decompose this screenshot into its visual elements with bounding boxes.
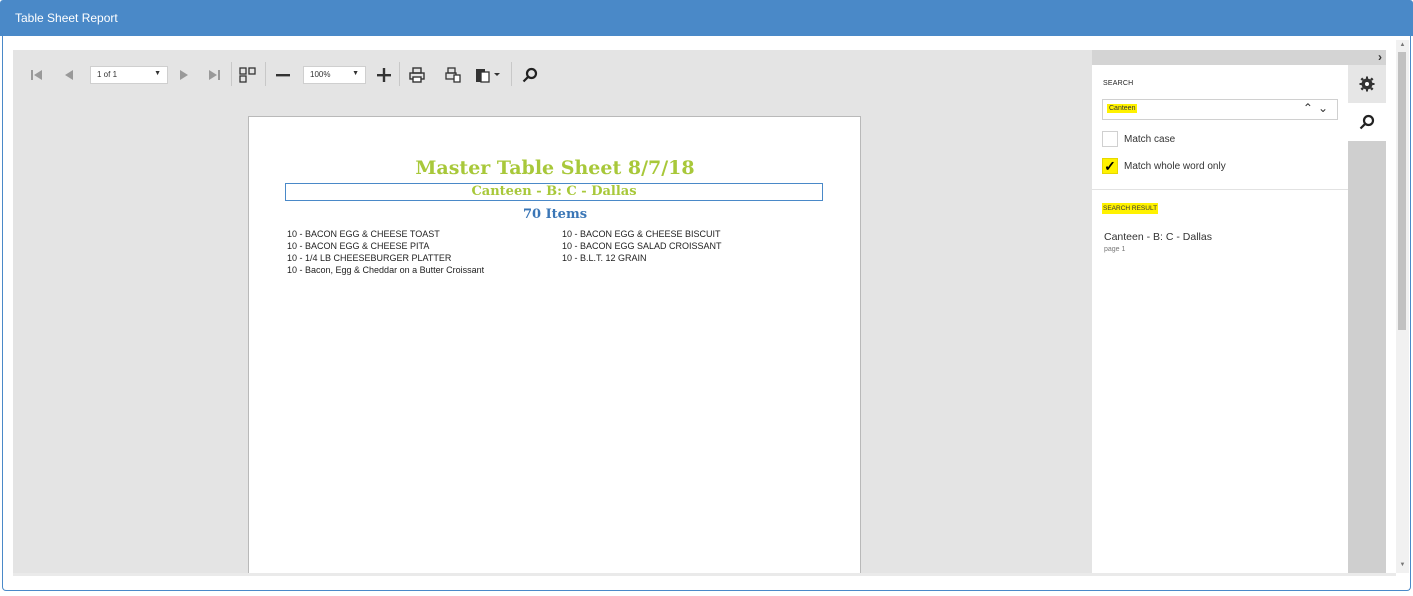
search-result-item[interactable]: Canteen - B: C - Dallas <box>1104 231 1212 243</box>
toolbar-separator <box>511 62 512 86</box>
chevron-down-icon: ▼ <box>154 70 161 77</box>
scrollbar-thumb[interactable] <box>1398 52 1406 330</box>
zoom-out-icon[interactable] <box>271 63 295 87</box>
search-icon[interactable] <box>518 63 542 87</box>
settings-tab[interactable] <box>1348 65 1386 103</box>
report-title: Master Table Sheet 8/7/18 <box>415 157 695 179</box>
first-page-icon[interactable] <box>27 63 47 87</box>
report-subtitle: Canteen - B: C - Dallas <box>471 184 637 199</box>
list-item: 10 - 1/4 LB CHEESEBURGER PLATTER <box>287 253 452 263</box>
match-case-label: Match case <box>1124 134 1176 145</box>
search-input[interactable]: Canteen ⌃⌄ <box>1102 99 1338 120</box>
toolbar-separator <box>399 62 400 86</box>
scroll-down-icon[interactable]: ▼ <box>1396 562 1409 568</box>
multipage-icon[interactable] <box>236 63 260 87</box>
search-result-heading: SEARCH RESULT <box>1102 203 1159 214</box>
whole-word-label: Match whole word only <box>1124 161 1226 172</box>
panel-sidebar: › <box>1348 50 1386 573</box>
search-icon <box>1359 114 1375 130</box>
window-title-bar: Table Sheet Report <box>0 0 1413 36</box>
search-panel: SEARCH Canteen ⌃⌄ Match case ✓ Match who… <box>1092 50 1348 573</box>
report-item-list: 10 - BACON EGG & CHEESE TOAST 10 - BACON… <box>287 228 767 276</box>
list-item: 10 - BACON EGG & CHEESE BISCUIT <box>562 229 721 239</box>
report-subtitle-highlight: Canteen - B: C - Dallas <box>285 183 823 201</box>
gear-icon <box>1359 76 1375 92</box>
whole-word-checkbox[interactable]: ✓ <box>1102 158 1118 174</box>
zoom-select[interactable]: 100% ▼ <box>303 66 366 84</box>
chevron-down-icon: ▼ <box>352 70 359 77</box>
report-item-count: 70 Items <box>522 207 588 222</box>
report-viewer: 1 of 1 ▼ 100% ▼ Master Table Sheet 8/7/1… <box>13 50 1092 573</box>
list-item: 10 - BACON EGG & CHEESE TOAST <box>287 229 440 239</box>
previous-page-icon[interactable] <box>59 63 79 87</box>
checkmark-icon: ✓ <box>1104 158 1116 174</box>
collapse-panel-icon[interactable]: › <box>1348 50 1386 65</box>
page-select-value: 1 of 1 <box>97 70 118 79</box>
panel-divider <box>1092 189 1348 190</box>
next-page-icon[interactable] <box>174 63 194 87</box>
viewer-toolbar: 1 of 1 ▼ 100% ▼ <box>13 50 1092 100</box>
report-page: Master Table Sheet 8/7/18 Canteen - B: C… <box>248 116 861 573</box>
search-heading: SEARCH <box>1103 80 1134 87</box>
export-icon[interactable] <box>473 63 503 87</box>
zoom-in-icon[interactable] <box>372 63 396 87</box>
list-item: 10 - Bacon, Egg & Cheddar on a Butter Cr… <box>287 265 485 275</box>
print-icon[interactable] <box>405 63 429 87</box>
toolbar-separator <box>231 62 232 86</box>
window-title: Table Sheet Report <box>15 11 118 25</box>
list-item: 10 - B.L.T. 12 GRAIN <box>562 253 647 263</box>
last-page-icon[interactable] <box>204 63 224 87</box>
horizontal-scrollbar[interactable] <box>13 573 1396 576</box>
page-select[interactable]: 1 of 1 ▼ <box>90 66 168 84</box>
print-page-icon[interactable] <box>441 63 465 87</box>
list-item: 10 - BACON EGG & CHEESE PITA <box>287 241 430 251</box>
search-result-page: page 1 <box>1104 246 1126 253</box>
scroll-up-icon[interactable]: ▲ <box>1396 42 1409 48</box>
chevron-down-icon[interactable]: ⌄ <box>1318 101 1333 115</box>
chevron-up-icon[interactable]: ⌃ <box>1303 101 1318 115</box>
toolbar-separator <box>265 62 266 86</box>
vertical-scrollbar[interactable]: ▲ ▼ <box>1396 40 1409 573</box>
search-nav-arrows: ⌃⌄ <box>1303 101 1333 115</box>
zoom-select-value: 100% <box>310 70 331 79</box>
list-item: 10 - BACON EGG SALAD CROISSANT <box>562 241 722 251</box>
search-tab[interactable] <box>1348 103 1386 141</box>
search-input-value: Canteen <box>1107 104 1138 113</box>
match-case-checkbox[interactable] <box>1102 131 1118 147</box>
